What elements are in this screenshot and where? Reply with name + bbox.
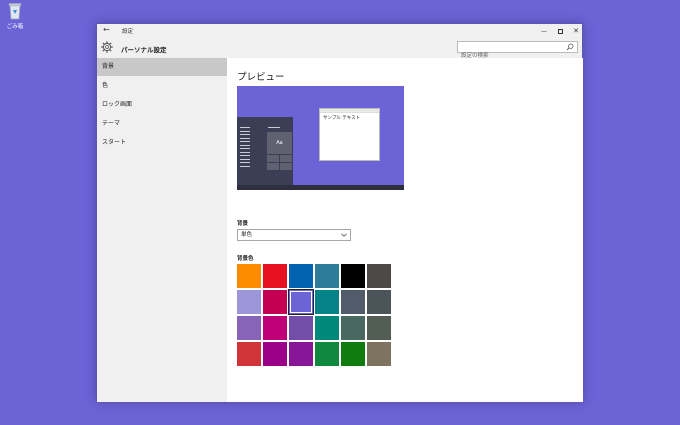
sidebar: 背景 色 ロック画面 テーマ スタート <box>97 58 227 402</box>
color-swatch[interactable] <box>289 264 313 288</box>
preview-heading: プレビュー <box>237 72 285 83</box>
settings-window: ← 設定 — ✕ パーソナル設定 設定の検索 背景 色 ロック画面 テーマ スタ… <box>96 23 583 402</box>
preview-taskbar <box>237 185 404 190</box>
color-swatch[interactable] <box>263 316 287 340</box>
close-icon: ✕ <box>573 27 579 35</box>
sidebar-item-label: テーマ <box>102 120 121 127</box>
preview-tile: Aa <box>267 132 292 154</box>
maximize-icon <box>557 28 563 34</box>
color-swatch[interactable] <box>237 264 261 288</box>
maximize-button[interactable] <box>552 24 568 38</box>
preview-start-menu: Aa <box>237 117 293 185</box>
background-color-label: 背景色 <box>237 256 254 262</box>
sidebar-item-label: 背景 <box>102 63 115 70</box>
preview-tile-heading <box>268 127 280 128</box>
color-swatch-grid <box>237 264 391 366</box>
color-swatch[interactable] <box>367 316 391 340</box>
color-swatch[interactable] <box>289 290 313 314</box>
sidebar-item-label: 色 <box>102 82 109 89</box>
desktop-preview: Aa サンプル テキスト <box>237 86 404 190</box>
color-swatch[interactable] <box>237 342 261 366</box>
preview-window-text: サンプル テキスト <box>323 116 361 121</box>
sidebar-item-lock-screen[interactable]: ロック画面 <box>97 96 227 114</box>
window-title: 設定 <box>122 29 134 35</box>
color-swatch[interactable] <box>315 290 339 314</box>
color-swatch[interactable] <box>367 264 391 288</box>
preview-window: サンプル テキスト <box>319 108 380 161</box>
main-content: プレビュー Aa サンプル テキスト 背景 単色 背景色 <box>227 58 583 402</box>
preview-small-tiles <box>267 155 292 170</box>
recycle-bin-icon <box>8 3 22 20</box>
sidebar-item-colors[interactable]: 色 <box>97 77 227 95</box>
sidebar-item-background[interactable]: 背景 <box>97 58 227 76</box>
sidebar-item-label: スタート <box>102 139 127 146</box>
gear-icon <box>101 41 113 53</box>
color-swatch[interactable] <box>341 342 365 366</box>
color-swatch[interactable] <box>367 342 391 366</box>
background-type-dropdown[interactable]: 単色 <box>237 229 351 241</box>
recycle-bin-desktop-icon[interactable]: ごみ箱 <box>3 2 27 34</box>
preview-app-list <box>240 127 250 169</box>
minimize-icon: — <box>541 27 547 35</box>
page-title: パーソナル設定 <box>121 46 167 54</box>
sidebar-item-start[interactable]: スタート <box>97 134 227 152</box>
color-swatch[interactable] <box>315 264 339 288</box>
recycle-bin-label: ごみ箱 <box>6 24 24 30</box>
minimize-button[interactable]: — <box>536 24 552 38</box>
color-swatch[interactable] <box>367 290 391 314</box>
color-swatch[interactable] <box>315 342 339 366</box>
color-swatch[interactable] <box>263 264 287 288</box>
color-swatch[interactable] <box>341 290 365 314</box>
settings-header: パーソナル設定 <box>97 38 582 61</box>
close-button[interactable]: ✕ <box>568 24 584 38</box>
background-label: 背景 <box>237 221 249 227</box>
color-swatch[interactable] <box>341 264 365 288</box>
search-box[interactable] <box>457 41 578 61</box>
title-bar: ← 設定 — ✕ <box>97 24 582 38</box>
color-swatch[interactable] <box>341 316 365 340</box>
color-swatch[interactable] <box>289 316 313 340</box>
background-type-value: 単色 <box>241 232 253 238</box>
preview-tile-text: Aa <box>276 140 283 146</box>
search-icon[interactable] <box>566 43 574 51</box>
color-swatch[interactable] <box>315 316 339 340</box>
sidebar-item-label: ロック画面 <box>102 101 133 108</box>
color-swatch[interactable] <box>237 316 261 340</box>
chevron-down-icon <box>341 233 347 237</box>
color-swatch[interactable] <box>289 342 313 366</box>
back-arrow-icon[interactable]: ← <box>103 25 110 34</box>
color-swatch[interactable] <box>237 290 261 314</box>
color-swatch[interactable] <box>263 290 287 314</box>
color-swatch[interactable] <box>263 342 287 366</box>
sidebar-item-themes[interactable]: テーマ <box>97 115 227 133</box>
